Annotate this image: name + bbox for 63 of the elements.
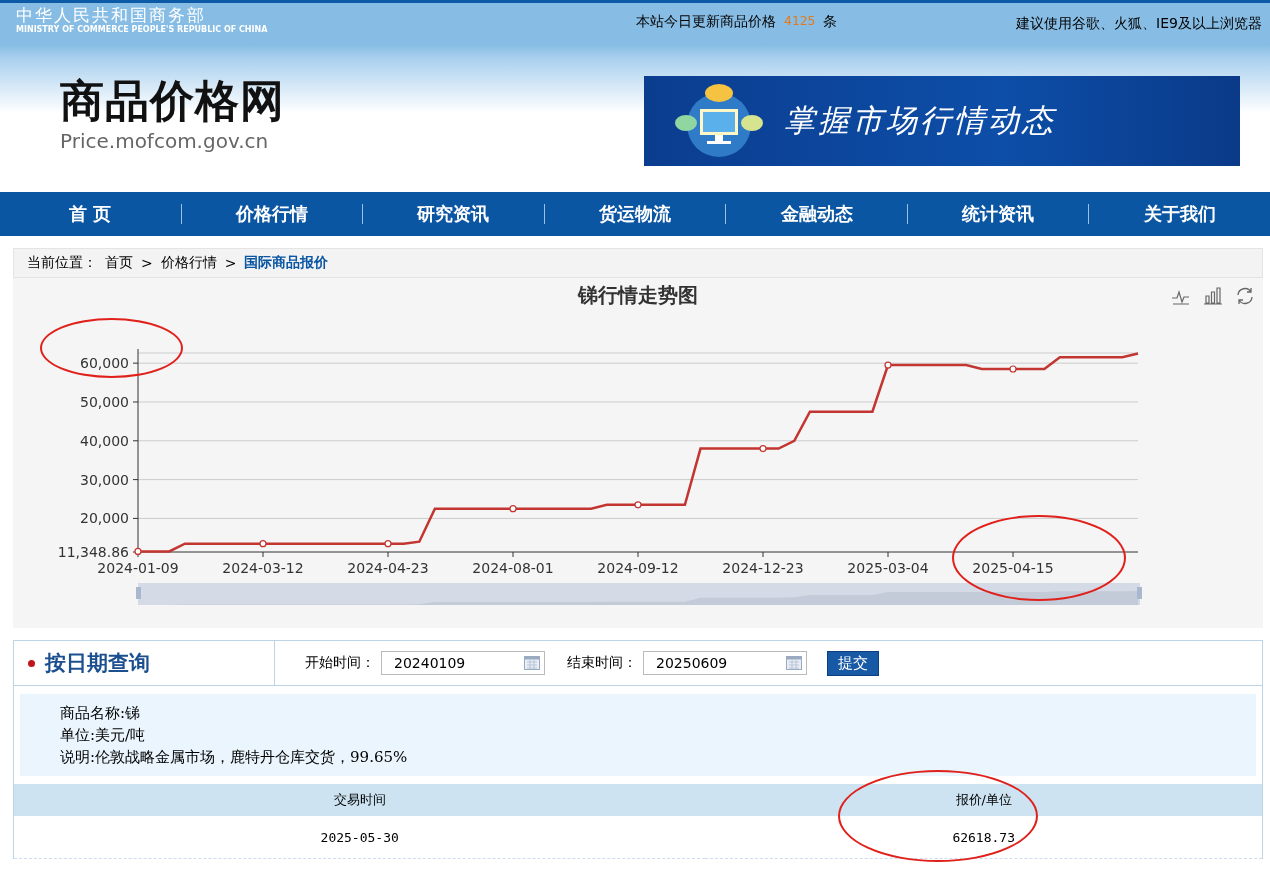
x-axis-label: 2024-09-12 bbox=[597, 560, 679, 576]
data-point bbox=[509, 505, 517, 513]
data-point bbox=[634, 501, 642, 509]
x-axis-label: 2024-04-23 bbox=[347, 560, 429, 576]
banner-slogan: 掌握市场行情动态 bbox=[784, 101, 1056, 140]
x-axis-label: 2025-03-04 bbox=[847, 560, 929, 576]
nav-link[interactable]: 首 页 bbox=[0, 204, 181, 224]
x-axis-label: 2024-01-09 bbox=[97, 560, 179, 576]
table-cell: 62618.73 bbox=[705, 816, 1262, 859]
breadcrumb-separator: > bbox=[141, 255, 153, 271]
field-label: 结束时间： bbox=[567, 654, 637, 672]
info-line: 说明:伦敦战略金属市场，鹿特丹仓库交货，99.65% bbox=[60, 747, 409, 768]
range-slider[interactable] bbox=[136, 583, 1142, 605]
y-axis-label: 11,348.86 bbox=[57, 544, 129, 560]
data-point bbox=[1009, 365, 1017, 373]
date-field[interactable]: 20250609 bbox=[643, 651, 807, 675]
bullet-icon bbox=[28, 659, 35, 667]
x-axis-label: 2024-08-01 bbox=[472, 560, 554, 576]
nav-link[interactable]: 价格行情 bbox=[180, 204, 363, 224]
y-axis-label: 60,000 bbox=[80, 355, 129, 372]
data-point bbox=[259, 540, 267, 548]
data-point bbox=[759, 444, 767, 453]
column-header: 交易时间 bbox=[14, 784, 706, 816]
ministry-name: 中华人民共和国商务部 bbox=[16, 5, 207, 25]
data-point bbox=[384, 540, 392, 548]
breadcrumb-label: 当前位置： bbox=[27, 254, 97, 272]
section-title: 按日期查询 bbox=[45, 650, 150, 677]
column-header: 报价/单位 bbox=[705, 784, 1262, 816]
chart-title: 锑行情走势图 bbox=[578, 283, 698, 307]
ministry-name-english: MINISTRY OF COMMERCE PEOPLE'S REPUBLIC OF CHINA bbox=[16, 25, 269, 34]
x-axis-label: 2025-04-15 bbox=[972, 560, 1054, 576]
y-axis-label: 20,000 bbox=[80, 510, 129, 527]
banner[interactable]: 掌握市场行情动态 bbox=[644, 76, 1240, 166]
info-line: 商品名称:锑 bbox=[60, 703, 142, 724]
site-url: Price.mofcom.gov.cn bbox=[60, 129, 270, 153]
date-field[interactable]: 20240109 bbox=[381, 651, 545, 675]
breadcrumb-link[interactable]: 国际商品报价 bbox=[244, 254, 329, 272]
breadcrumb-link[interactable]: 价格行情 bbox=[160, 254, 217, 272]
nav-link[interactable]: 货运物流 bbox=[543, 204, 726, 224]
x-axis-label: 2024-12-23 bbox=[722, 560, 804, 576]
update-count: 4125 bbox=[784, 13, 816, 30]
y-axis-label: 30,000 bbox=[80, 471, 129, 488]
site-logo-text: 商品价格网 bbox=[60, 75, 286, 127]
info-line: 单位:美元/吨 bbox=[60, 725, 147, 746]
browser-tip: 建议使用谷歌、火狐、IE9及以上浏览器 bbox=[1016, 14, 1262, 33]
submit-button[interactable]: 提交 bbox=[827, 650, 879, 676]
breadcrumb-link[interactable]: 首页 bbox=[105, 254, 133, 272]
field-label: 开始时间： bbox=[305, 654, 375, 672]
y-axis-label: 50,000 bbox=[80, 394, 129, 410]
nav-link[interactable]: 关于我们 bbox=[1088, 204, 1270, 224]
data-point bbox=[134, 547, 142, 555]
data-point bbox=[884, 361, 892, 369]
nav-link[interactable]: 统计资讯 bbox=[906, 204, 1089, 224]
nav-link[interactable]: 金融动态 bbox=[725, 204, 907, 224]
refresh-icon[interactable] bbox=[1235, 286, 1255, 306]
x-axis-label: 2024-03-12 bbox=[222, 560, 304, 576]
bar-chart-icon[interactable] bbox=[1203, 286, 1223, 306]
update-label: 本站今日更新商品价格 bbox=[636, 13, 776, 31]
nav-link[interactable]: 研究资讯 bbox=[362, 204, 544, 224]
table-cell: 2025-05-30 bbox=[14, 816, 706, 859]
y-axis-label: 40,000 bbox=[80, 432, 129, 449]
update-unit: 条 bbox=[823, 13, 838, 31]
breadcrumb-separator: > bbox=[224, 255, 237, 271]
